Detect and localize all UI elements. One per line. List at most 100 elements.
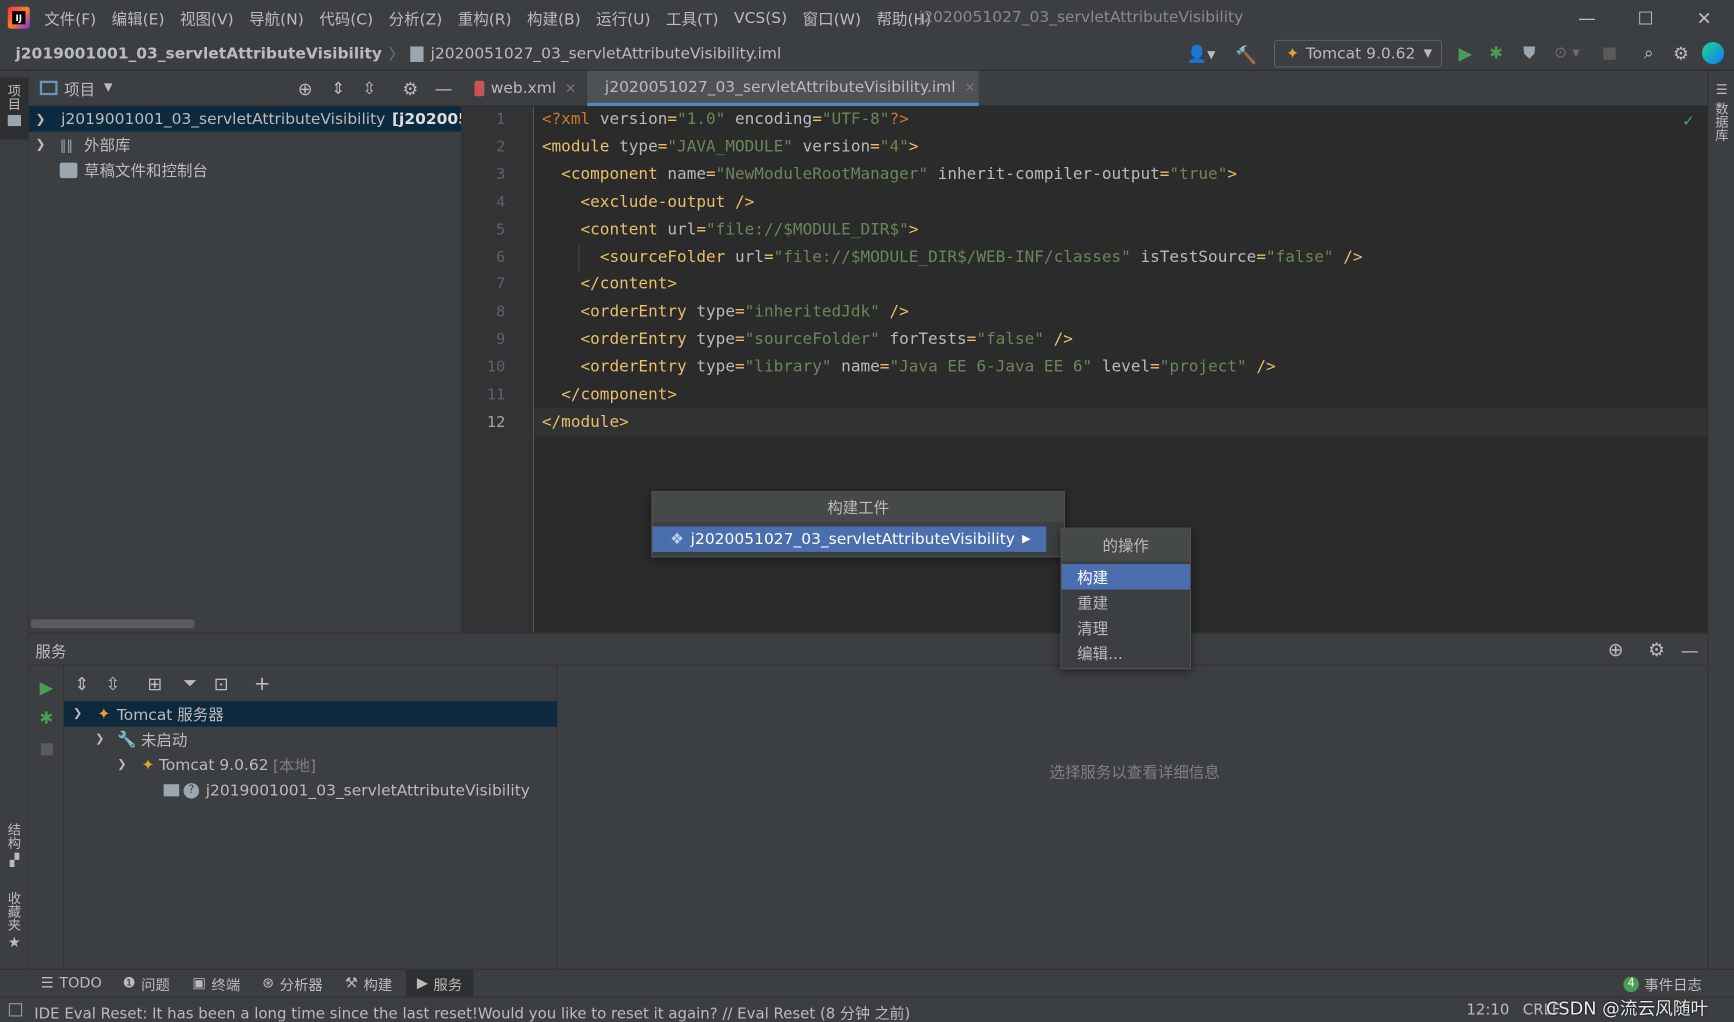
settings-icon[interactable]: ⚙	[1669, 41, 1693, 65]
menu-item[interactable]: 导航(N)	[249, 7, 304, 29]
search-icon[interactable]: ⌕	[1637, 41, 1661, 65]
caret-position[interactable]: 12:10	[1466, 1001, 1509, 1019]
database-icon: ☰	[1715, 81, 1728, 98]
debug-icon[interactable]: ✱	[34, 706, 58, 730]
close-window-icon[interactable]: ✕	[1676, 0, 1731, 36]
breadcrumb-file[interactable]: j2020051027_03_servletAttributeVisibilit…	[431, 45, 782, 63]
user-icon[interactable]: 👤▾	[1185, 42, 1216, 66]
settings-icon[interactable]: ⚙	[1644, 638, 1668, 662]
hammer-build-icon[interactable]: 🔨	[1234, 42, 1258, 66]
chevron-down-icon[interactable]: ❯	[117, 759, 132, 771]
close-tab-icon[interactable]: ✕	[565, 81, 576, 96]
collapse-all-icon[interactable]: ⇳	[358, 77, 380, 99]
chevron-down-icon[interactable]: ▼	[104, 82, 113, 94]
code-line: <module type="JAVA_MODULE" version="4">	[542, 134, 919, 162]
run-configuration-select[interactable]: ✦ Tomcat 9.0.62 ▼	[1273, 39, 1443, 68]
tab-web-xml[interactable]: web.xml ✕	[466, 71, 585, 106]
tab-terminal[interactable]: ▣ 终端	[186, 970, 247, 998]
menu-item[interactable]: 重构(R)	[458, 7, 512, 29]
group-by-icon[interactable]: ⊞	[135, 673, 175, 694]
menu-item[interactable]: 视图(V)	[180, 7, 234, 29]
menu-item[interactable]: 代码(C)	[319, 7, 373, 29]
chevron-right-icon[interactable]: ❯	[35, 137, 50, 151]
inspection-ok-icon[interactable]: ✓	[1680, 113, 1698, 131]
project-view-icon	[39, 80, 58, 96]
services-title: 服务	[35, 643, 67, 662]
structure-tool-button[interactable]: 结构 ▞	[0, 823, 29, 878]
tab-profiler[interactable]: ⊛ 分析器	[255, 970, 329, 998]
chevron-down-icon[interactable]: ❯	[95, 733, 110, 745]
action-build[interactable]: 构建	[1061, 564, 1190, 590]
locate-icon[interactable]: ⊕	[1604, 638, 1628, 662]
horizontal-scrollbar[interactable]	[30, 619, 195, 629]
window-toggle-icon[interactable]	[8, 1003, 23, 1017]
menu-item[interactable]: VCS(S)	[734, 9, 787, 27]
action-edit[interactable]: 编辑...	[1062, 640, 1190, 665]
status-message[interactable]: IDE Eval Reset: It has been a long time …	[34, 1001, 910, 1022]
code-token: "true"	[1169, 165, 1228, 184]
locate-icon[interactable]: ⊕	[294, 77, 316, 99]
intellij-logo-icon: IJ	[7, 6, 30, 29]
project-panel-title[interactable]: 项目	[64, 79, 95, 101]
settings-icon[interactable]: ⚙	[399, 77, 421, 99]
toolbox-icon[interactable]	[1701, 42, 1725, 65]
coverage-icon[interactable]: ⛊	[1517, 41, 1541, 65]
close-tab-icon[interactable]: ✕	[964, 79, 975, 94]
line-number: 3	[496, 165, 506, 184]
hide-panel-icon[interactable]: —	[432, 77, 454, 99]
chevron-right-icon[interactable]: ❯	[35, 112, 45, 126]
tab-services[interactable]: ▶ 服务	[405, 970, 474, 998]
menu-item[interactable]: 运行(U)	[596, 7, 650, 29]
tree-row-not-started[interactable]: ❯ 🔧 未启动	[64, 727, 557, 752]
tree-row-project[interactable]: ❯ j2019001001_03_servletAttributeVisibil…	[28, 106, 462, 132]
tree-row-scratches[interactable]: 草稿文件和控制台	[29, 157, 461, 182]
action-rebuild[interactable]: 重建	[1062, 590, 1190, 615]
project-tool-button[interactable]: 项目	[0, 77, 29, 140]
collapse-all-icon[interactable]: ⇳	[97, 673, 128, 694]
tab-build[interactable]: ⚒ 构建	[338, 970, 398, 998]
database-tool-button[interactable]: ☰ 数据库	[1711, 82, 1733, 159]
profile-icon[interactable]: ⊙ ▾	[1548, 41, 1586, 65]
run-icon[interactable]: ▶	[1453, 41, 1477, 65]
menu-item[interactable]: 工具(T)	[666, 7, 719, 29]
expand-all-icon[interactable]: ⇕	[327, 77, 349, 99]
menu-item[interactable]: 窗口(W)	[803, 7, 861, 29]
tab-iml-file[interactable]: j2020051027_03_servletAttributeVisibilit…	[587, 70, 979, 107]
menu-item[interactable]: 文件(F)	[44, 7, 96, 29]
stop-icon[interactable]	[1597, 41, 1621, 65]
scratches-icon	[59, 162, 78, 178]
event-count-badge: 4	[1623, 976, 1639, 992]
tree-row-artifact[interactable]: ? j2019001001_03_servletAttributeVisibil…	[64, 778, 557, 803]
chevron-down-icon[interactable]: ❯	[73, 708, 88, 720]
tab-problems[interactable]: ❶ 问题	[116, 970, 176, 998]
code-token: type	[696, 358, 735, 377]
artifact-item[interactable]: ❖ j2020051027_03_servletAttributeVisibil…	[652, 526, 1047, 552]
menu-item[interactable]: 编辑(E)	[112, 7, 165, 29]
expand-all-icon[interactable]: ⇕	[66, 673, 97, 694]
run-icon[interactable]: ▶	[34, 675, 58, 699]
maximize-icon[interactable]: ☐	[1618, 0, 1673, 36]
filter-icon[interactable]: ⏷	[175, 672, 206, 694]
minimize-icon[interactable]: —	[1559, 0, 1614, 36]
tree-row-external-libraries[interactable]: ❯ ‖‖ 外部库	[29, 132, 461, 157]
debug-icon[interactable]: ✱	[1484, 41, 1508, 65]
code-token: </module>	[541, 413, 629, 432]
breadcrumb-project[interactable]: j2019001001_03_servletAttributeVisibilit…	[15, 45, 381, 63]
tab-todo[interactable]: ☰ TODO	[34, 970, 108, 998]
right-tool-stripe: ☰ 数据库	[1707, 70, 1734, 969]
tomcat-servers-label: Tomcat 服务器	[116, 706, 224, 724]
tree-row-tomcat-servers[interactable]: ❯ ✦ Tomcat 服务器	[64, 701, 558, 727]
menu-item[interactable]: 构建(B)	[527, 7, 581, 29]
code-token: =	[1150, 358, 1160, 377]
tree-row-tomcat-instance[interactable]: ❯ ✦ Tomcat 9.0.62 [本地]	[64, 752, 557, 777]
menu-item[interactable]: 分析(Z)	[389, 7, 443, 29]
favorites-tool-button[interactable]: 收藏夹 ★	[0, 891, 29, 960]
code-line: <orderEntry type="library" name="Java EE…	[542, 354, 1275, 382]
code-token: inherit-compiler-output	[928, 165, 1160, 184]
new-group-icon[interactable]: ⊡	[206, 673, 237, 694]
action-clean[interactable]: 清理	[1062, 615, 1190, 640]
hide-panel-icon[interactable]: —	[1678, 638, 1702, 662]
stop-icon[interactable]	[34, 737, 58, 761]
add-service-icon[interactable]: +	[243, 672, 281, 695]
